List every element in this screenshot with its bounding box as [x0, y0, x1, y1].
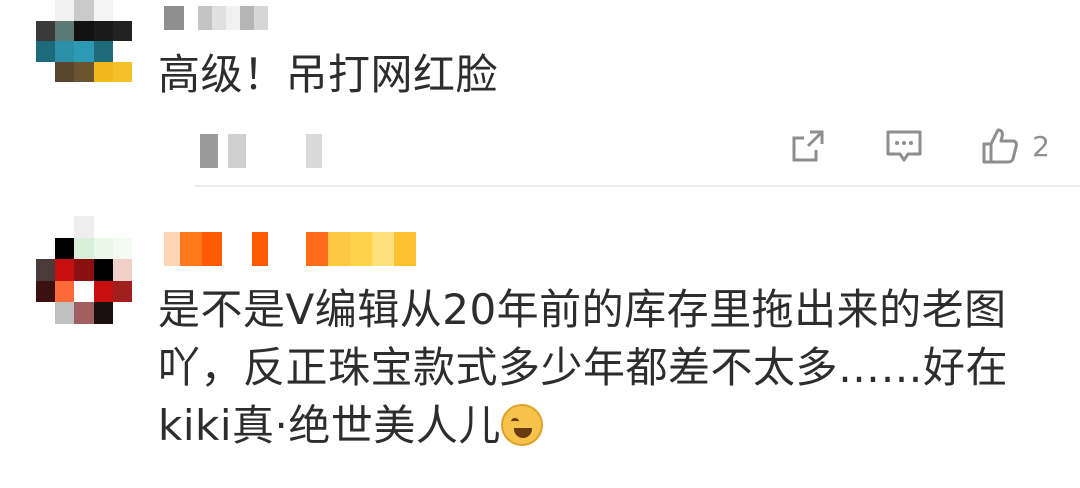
avatar[interactable]: [36, 0, 132, 82]
avatar[interactable]: [36, 216, 132, 324]
username[interactable]: [164, 6, 268, 30]
share-button[interactable]: [788, 126, 828, 166]
share-icon: [792, 130, 824, 162]
divider: [195, 185, 1080, 187]
comment-item: 高级！吊打网红脸 2: [0, 0, 1080, 187]
username[interactable]: [164, 232, 416, 266]
laughing-tears-emoji-icon: [500, 404, 543, 446]
like-icon: [982, 128, 1019, 164]
reply-icon: [886, 130, 922, 162]
comment-text: 高级！吊打网红脸: [158, 50, 499, 99]
reply-button[interactable]: [884, 126, 924, 166]
comment-text-content: 是不是V编辑从20年前的库存里拖出来的老图吖，反正珠宝款式多少年都差不太多……好…: [158, 285, 1009, 450]
comment-text: 是不是V编辑从20年前的库存里拖出来的老图吖，反正珠宝款式多少年都差不太多……好…: [158, 281, 1038, 455]
comment-actions: 2: [788, 126, 1050, 166]
comment-item: 是不是V编辑从20年前的库存里拖出来的老图吖，反正珠宝款式多少年都差不太多……好…: [0, 188, 1080, 488]
like-count: 2: [1032, 129, 1050, 163]
like-button[interactable]: 2: [980, 126, 1050, 166]
comment-timestamp: [200, 134, 322, 168]
